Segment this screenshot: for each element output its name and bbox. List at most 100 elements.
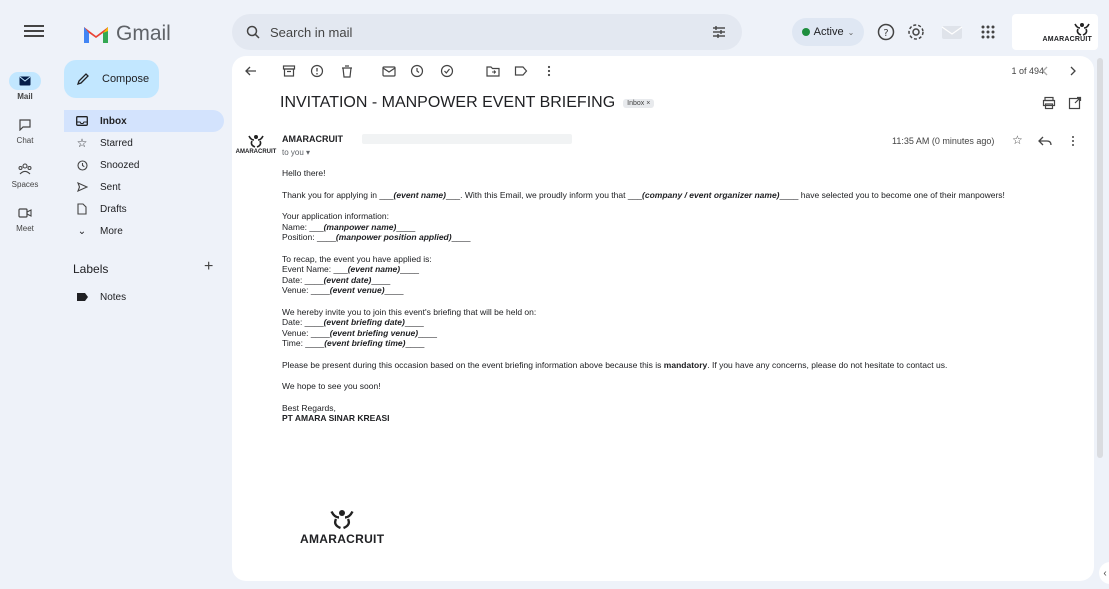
rail-meet-label: Meet (16, 223, 34, 233)
nav-inbox-label: Inbox (100, 115, 127, 127)
report-spam-icon[interactable] (310, 64, 324, 78)
help-icon[interactable]: ? (876, 22, 896, 42)
gmail-logo[interactable]: Gmail (82, 22, 171, 46)
label-notes[interactable]: Notes (64, 286, 224, 308)
main-menu-button[interactable] (24, 22, 44, 42)
more-vert-icon[interactable] (1068, 135, 1078, 147)
nav-starred-label: Starred (100, 137, 133, 149)
gemini-envelope-icon[interactable] (940, 22, 964, 42)
nav-more-label: More (100, 225, 123, 237)
message-panel: 1 of 494 INVITATION - MANPOWER EVENT BRI… (232, 56, 1094, 581)
inbox-icon (76, 115, 88, 127)
nav-snoozed-label: Snoozed (100, 159, 140, 171)
message-toolbar: 1 of 494 (232, 56, 1094, 88)
label-tag-icon (76, 291, 88, 303)
scrollbar[interactable] (1097, 58, 1103, 458)
event-venue-line: Venue: ____(event venue)____ (282, 285, 404, 295)
regards-line: Best Regards, (282, 402, 336, 413)
nav-starred[interactable]: ☆ Starred (64, 132, 224, 154)
move-to-folder-icon[interactable] (486, 64, 500, 78)
brand-text: AMARACRUIT (1042, 35, 1092, 43)
back-arrow-icon[interactable] (244, 64, 258, 78)
sender-name[interactable]: AMARACRUIT (282, 134, 343, 144)
nav-inbox[interactable]: Inbox (64, 110, 224, 132)
application-info-heading: Your application information: (282, 211, 389, 221)
rail-chat[interactable]: Chat (0, 108, 50, 152)
recipient-dropdown[interactable]: to you ▾ (282, 148, 310, 157)
nav-snoozed[interactable]: Snoozed (64, 154, 224, 176)
search-input[interactable]: Search in mail (270, 25, 710, 40)
status-selector[interactable]: Active ⌄ (792, 18, 864, 46)
account-brand[interactable]: AMARACRUIT (1012, 14, 1098, 50)
snooze-clock-icon[interactable] (410, 64, 424, 78)
gmail-wordmark: Gmail (116, 22, 171, 45)
rail-spaces-label: Spaces (11, 179, 39, 189)
nav-more[interactable]: ⌄ More (64, 220, 224, 242)
nav-drafts-label: Drafts (100, 203, 127, 215)
label-notes-text: Notes (100, 291, 127, 303)
event-name-line: Event Name: ___(event name)____ (282, 264, 420, 274)
archive-icon[interactable] (282, 64, 296, 78)
company-signature: PT AMARA SINAR KREASI (282, 413, 390, 423)
add-task-icon[interactable] (440, 64, 454, 78)
rail-meet[interactable]: Meet (0, 196, 50, 240)
star-icon[interactable]: ☆ (1012, 133, 1023, 147)
meet-video-icon (9, 204, 41, 222)
status-label: Active (813, 26, 844, 38)
compose-label: Compose (102, 73, 150, 85)
search-bar[interactable]: Search in mail (232, 14, 742, 50)
recap-heading: To recap, the event you have applied is: (282, 253, 432, 264)
draft-file-icon (76, 203, 88, 215)
search-options-icon[interactable] (710, 23, 728, 41)
rail-mail-label: Mail (17, 91, 33, 101)
subject-text: INVITATION - MANPOWER EVENT BRIEFING (280, 94, 616, 111)
add-label-button[interactable]: + (204, 258, 213, 276)
briefing-date-line: Date: ____(event briefing date)____ (282, 317, 424, 327)
email-timestamp: 11:35 AM (0 minutes ago) (892, 136, 995, 146)
nav-drafts[interactable]: Drafts (64, 198, 224, 220)
inbox-label-chip[interactable]: Inbox × (623, 98, 655, 108)
mark-unread-icon[interactable] (382, 64, 396, 78)
apps-grid-icon[interactable] (978, 22, 998, 42)
reply-icon[interactable] (1038, 135, 1052, 147)
delete-trash-icon[interactable] (340, 64, 354, 78)
closing-line: We hope to see you soon! (282, 381, 381, 391)
invite-heading: We hereby invite you to join this event'… (282, 306, 537, 317)
label-icon[interactable] (514, 64, 528, 78)
signature-logo-text: AMARACRUIT (300, 532, 385, 546)
compose-button[interactable]: Compose (64, 60, 159, 98)
labels-list: Notes (64, 286, 224, 308)
position-line: Position: ____(manpower position applied… (282, 232, 471, 242)
top-bar: Gmail Search in mail Active ⌄ ? AMARACRU… (0, 0, 1109, 64)
search-icon[interactable] (246, 25, 260, 39)
rail-mail[interactable]: Mail (0, 64, 50, 108)
email-subject: INVITATION - MANPOWER EVENT BRIEFING Inb… (280, 94, 655, 112)
amaracruit-logo-icon (248, 135, 264, 148)
briefing-venue-line: Venue: ____(event briefing venue)____ (282, 327, 437, 338)
gmail-m-icon (84, 27, 108, 43)
app-rail: Mail Chat Spaces Meet (0, 64, 50, 240)
amaracruit-logo-icon (330, 510, 354, 530)
rail-spaces[interactable]: Spaces (0, 152, 50, 196)
chevron-down-icon: ⌄ (847, 27, 855, 37)
more-vert-icon[interactable] (542, 64, 556, 78)
chevron-left-icon[interactable] (1038, 64, 1052, 78)
name-line: Name: ___(manpower name)____ (282, 221, 416, 232)
clock-icon (76, 159, 88, 171)
print-icon[interactable] (1042, 96, 1056, 110)
folder-nav: Inbox ☆ Starred Snoozed Sent Drafts ⌄ Mo… (64, 110, 224, 242)
presence-paragraph: Please be present during this occasion b… (282, 359, 948, 370)
event-date-line: Date: ____(event date)____ (282, 274, 391, 285)
open-in-new-window-icon[interactable] (1068, 96, 1082, 110)
nav-sent[interactable]: Sent (64, 176, 224, 198)
pencil-icon (76, 73, 89, 86)
mail-icon (9, 71, 41, 90)
sender-avatar[interactable]: AMARACRUIT (232, 134, 280, 155)
amaracruit-logo-icon (1074, 22, 1090, 36)
chevron-right-icon[interactable] (1066, 64, 1080, 78)
side-panel-toggle-button[interactable]: ‹ (1099, 562, 1109, 584)
settings-gear-icon[interactable] (906, 22, 926, 42)
labels-heading: Labels (73, 262, 109, 276)
greeting: Hello there! (282, 168, 326, 178)
chat-icon (9, 116, 41, 134)
